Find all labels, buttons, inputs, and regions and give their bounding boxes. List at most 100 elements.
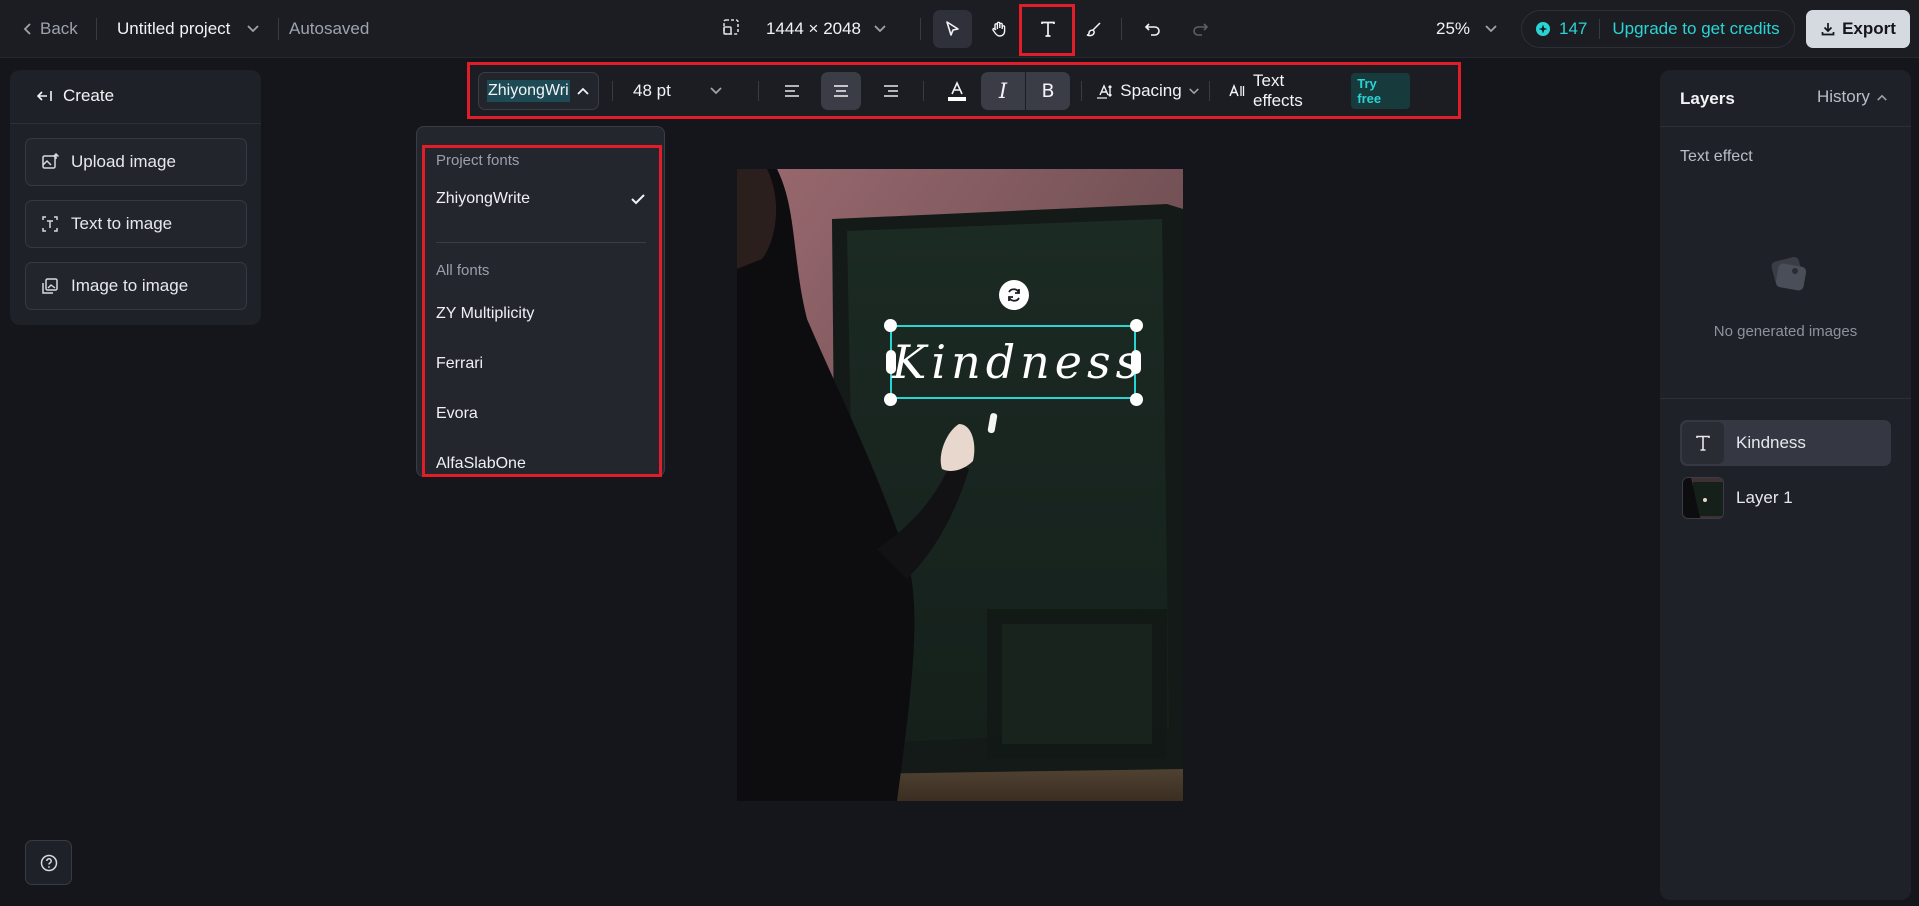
- divider: [278, 18, 279, 40]
- upload-image-icon: [41, 153, 59, 171]
- divider: [1081, 81, 1082, 101]
- chevron-down-icon: [709, 86, 723, 96]
- canvas-size-dropdown[interactable]: 1444 × 2048: [766, 19, 887, 39]
- font-option-evora[interactable]: Evora: [436, 405, 478, 423]
- chevron-up-icon: [1876, 93, 1888, 102]
- zoom-label: 25%: [1436, 19, 1470, 39]
- cursor-icon: [944, 20, 962, 38]
- image-layer-thumb: [1682, 477, 1724, 519]
- text-effects-button[interactable]: Text effects Try free: [1222, 72, 1410, 110]
- text-layer-content: Kindness: [892, 335, 1134, 389]
- back-button[interactable]: Back: [22, 19, 78, 39]
- text-color-button[interactable]: [937, 72, 977, 110]
- select-tool-button[interactable]: [933, 10, 972, 48]
- side-handle[interactable]: [886, 350, 896, 374]
- chevron-up-icon: [576, 86, 590, 96]
- font-option-zhiyongwrite[interactable]: ZhiyongWrite: [425, 181, 657, 217]
- canvas-size-label: 1444 × 2048: [766, 19, 861, 39]
- redo-icon: [1191, 20, 1209, 38]
- canvas-photo: [737, 169, 1183, 801]
- text-to-image-icon: [41, 215, 59, 233]
- align-left-button[interactable]: [772, 72, 812, 110]
- divider: [1209, 81, 1210, 101]
- credits-pill[interactable]: 147 Upgrade to get credits: [1521, 10, 1795, 48]
- resize-handle[interactable]: [1130, 319, 1143, 332]
- credits-count: 147: [1559, 19, 1587, 39]
- bold-button[interactable]: B: [1026, 72, 1070, 110]
- back-label: Back: [40, 19, 78, 39]
- font-option-alfaslabone[interactable]: AlfaSlabOne: [436, 455, 526, 473]
- align-center-button[interactable]: [821, 72, 861, 110]
- empty-image-icon: [1765, 253, 1811, 295]
- chevron-down-icon: [873, 24, 887, 34]
- font-size-dropdown[interactable]: 48 pt: [623, 72, 733, 110]
- font-family-dropdown[interactable]: ZhiyongWri: [478, 72, 599, 110]
- chevron-left-icon: [22, 22, 34, 36]
- all-fonts-header: All fonts: [436, 262, 489, 279]
- divider: [612, 81, 613, 101]
- project-title-dropdown[interactable]: Untitled project: [117, 19, 260, 39]
- undo-button[interactable]: [1133, 10, 1172, 48]
- layers-tab[interactable]: Layers: [1680, 89, 1735, 109]
- divider: [1599, 19, 1600, 39]
- chevron-down-icon: [246, 24, 260, 34]
- brush-tool-button[interactable]: [1074, 10, 1113, 48]
- layer-item-layer1[interactable]: Layer 1: [1680, 475, 1891, 521]
- text-layer-thumb: [1682, 422, 1724, 464]
- project-fonts-header: Project fonts: [436, 152, 519, 169]
- export-button[interactable]: Export: [1806, 10, 1910, 48]
- text-color-icon: [946, 80, 968, 102]
- resize-icon: [722, 18, 740, 36]
- text-to-image-label: Text to image: [71, 214, 172, 234]
- upload-image-button[interactable]: Upload image: [25, 138, 247, 186]
- autosave-label: Autosaved: [289, 19, 369, 39]
- divider: [920, 18, 921, 40]
- italic-icon: I: [999, 79, 1007, 103]
- rotate-handle[interactable]: [999, 280, 1029, 310]
- divider: [1660, 126, 1911, 127]
- text-to-image-button[interactable]: Text to image: [25, 200, 247, 248]
- resize-button[interactable]: [722, 18, 740, 36]
- align-right-button[interactable]: [871, 72, 911, 110]
- side-handle[interactable]: [1131, 350, 1141, 374]
- rotate-icon: [1005, 286, 1023, 304]
- font-option-ferrari[interactable]: Ferrari: [436, 355, 483, 373]
- upgrade-link[interactable]: Upgrade to get credits: [1612, 19, 1779, 39]
- layer-item-kindness[interactable]: Kindness: [1680, 420, 1891, 466]
- spacing-icon: [1096, 83, 1114, 99]
- try-free-badge: Try free: [1351, 73, 1410, 109]
- layers-panel: Layers History Text effect No generated …: [1660, 70, 1911, 900]
- resize-handle[interactable]: [884, 393, 897, 406]
- text-format-toolbar: ZhiyongWri 48 pt I B Spacing Text effect…: [467, 62, 1461, 119]
- text-tool-button[interactable]: [1028, 10, 1067, 48]
- create-panel: Create Upload image Text to image Image …: [10, 70, 261, 325]
- divider: [923, 81, 924, 101]
- upload-image-label: Upload image: [71, 152, 176, 172]
- italic-button[interactable]: I: [981, 72, 1025, 110]
- resize-handle[interactable]: [884, 319, 897, 332]
- font-option-label: ZhiyongWrite: [436, 190, 530, 208]
- history-tab[interactable]: History: [1817, 87, 1888, 107]
- resize-handle[interactable]: [1130, 393, 1143, 406]
- align-right-icon: [882, 83, 900, 99]
- hand-tool-button[interactable]: [979, 10, 1018, 48]
- divider: [758, 81, 759, 101]
- redo-button[interactable]: [1180, 10, 1219, 48]
- spacing-label: Spacing: [1120, 81, 1181, 101]
- font-option-zy-multiplicity[interactable]: ZY Multiplicity: [436, 305, 534, 323]
- hand-icon: [990, 20, 1008, 38]
- text-effects-label: Text effects: [1253, 71, 1338, 111]
- undo-icon: [1144, 20, 1162, 38]
- image-to-image-button[interactable]: Image to image: [25, 262, 247, 310]
- text-layer-box[interactable]: Kindness: [890, 325, 1136, 399]
- help-button[interactable]: [25, 840, 72, 885]
- create-panel-header[interactable]: Create: [36, 86, 114, 106]
- autosave-status: Autosaved: [289, 19, 369, 39]
- spacing-dropdown[interactable]: Spacing: [1095, 72, 1201, 110]
- divider: [96, 18, 97, 40]
- design-canvas[interactable]: Kindness: [737, 169, 1183, 801]
- brush-icon: [1085, 20, 1103, 38]
- zoom-dropdown[interactable]: 25%: [1436, 19, 1498, 39]
- bold-icon: B: [1041, 80, 1054, 102]
- divider: [436, 242, 646, 243]
